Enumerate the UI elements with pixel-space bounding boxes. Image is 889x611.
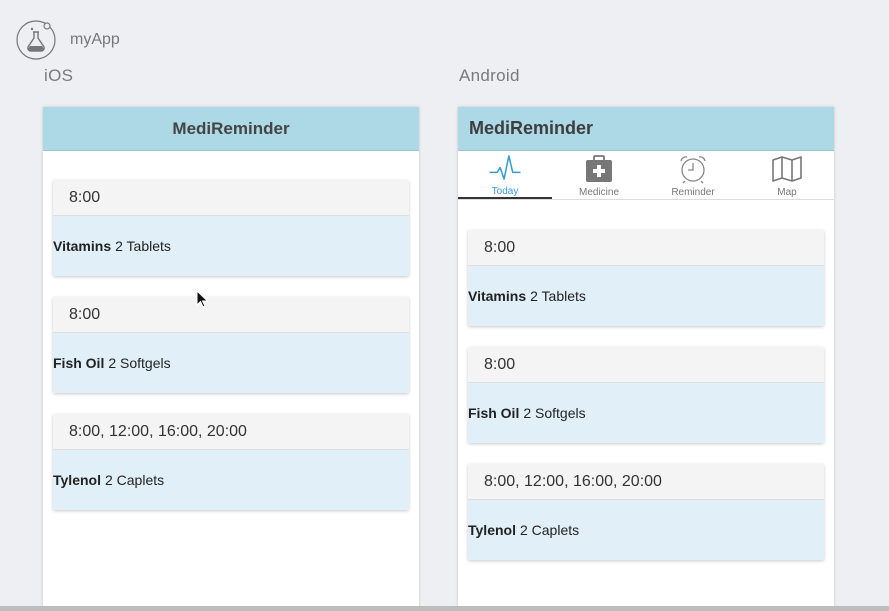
medicine-dose: 2 Softgels [108,355,171,371]
medicine-name: Tylenol [53,472,101,488]
reminder-card[interactable]: 8:00 Fish Oil 2 Softgels [53,297,409,393]
reminder-body: Tylenol 2 Caplets [468,500,824,560]
android-titlebar: MediReminder [458,107,834,151]
tab-map[interactable]: Map [740,151,834,199]
flask-logo-icon [16,20,56,60]
mouse-cursor-icon [196,290,208,308]
tab-today[interactable]: Today [458,151,552,199]
reminder-time: 8:00 [53,180,409,216]
reminder-card[interactable]: 8:00 Vitamins 2 Tablets [468,230,824,326]
reminder-card[interactable]: 8:00, 12:00, 16:00, 20:00 Tylenol 2 Capl… [468,464,824,560]
medicine-name: Vitamins [468,288,527,304]
reminder-body: Tylenol 2 Caplets [53,450,409,510]
reminder-time: 8:00, 12:00, 16:00, 20:00 [53,414,409,450]
reminder-card[interactable]: 8:00 Vitamins 2 Tablets [53,180,409,276]
reminder-body: Vitamins 2 Tablets [53,216,409,276]
reminder-body: Vitamins 2 Tablets [468,266,824,326]
map-icon [772,156,802,182]
medkit-icon [586,155,612,182]
medicine-dose: 2 Tablets [530,288,586,304]
tab-label: Reminder [671,187,715,198]
android-title: MediReminder [469,118,594,138]
reminder-time: 8:00 [468,230,824,266]
ios-titlebar: MediReminder [43,107,419,151]
reminder-time: 8:00 [53,297,409,333]
tab-reminder[interactable]: Reminder [646,151,740,199]
tab-label: Map [777,187,797,198]
ios-label: iOS [44,66,74,85]
alarm-clock-icon [680,156,706,184]
android-tab-bar: Today Medicine Reminder Map [458,151,834,200]
medicine-dose: 2 Tablets [115,238,171,254]
ios-reminder-list: 8:00 Vitamins 2 Tablets 8:00 Fish Oil 2 … [43,151,419,510]
android-label: Android [459,66,520,85]
tab-label: Today [491,186,519,197]
ios-preview: MediReminder 8:00 Vitamins 2 Tablets 8:0… [43,107,419,611]
medicine-name: Vitamins [53,238,112,254]
window-bottom-edge [0,606,889,611]
medicine-dose: 2 Softgels [523,405,586,421]
reminder-time: 8:00, 12:00, 16:00, 20:00 [468,464,824,500]
reminder-card[interactable]: 8:00 Fish Oil 2 Softgels [468,347,824,443]
tab-label: Medicine [578,187,620,198]
reminder-body: Fish Oil 2 Softgels [53,333,409,393]
android-reminder-list: 8:00 Vitamins 2 Tablets 8:00 Fish Oil 2 … [458,200,834,560]
heartbeat-icon [489,155,521,180]
medicine-name: Fish Oil [468,405,520,421]
medicine-name: Tylenol [468,522,516,538]
app-header: myApp [16,20,120,60]
reminder-card[interactable]: 8:00, 12:00, 16:00, 20:00 Tylenol 2 Capl… [53,414,409,510]
ios-title: MediReminder [172,118,290,138]
tab-medicine[interactable]: Medicine [552,151,646,199]
medicine-dose: 2 Caplets [104,472,165,488]
app-name: myApp [70,31,120,48]
reminder-body: Fish Oil 2 Softgels [468,383,824,443]
android-preview: MediReminder Today Medicine Reminder Map… [458,107,834,611]
medicine-name: Fish Oil [53,355,105,371]
reminder-time: 8:00 [468,347,824,383]
medicine-dose: 2 Caplets [519,522,580,538]
